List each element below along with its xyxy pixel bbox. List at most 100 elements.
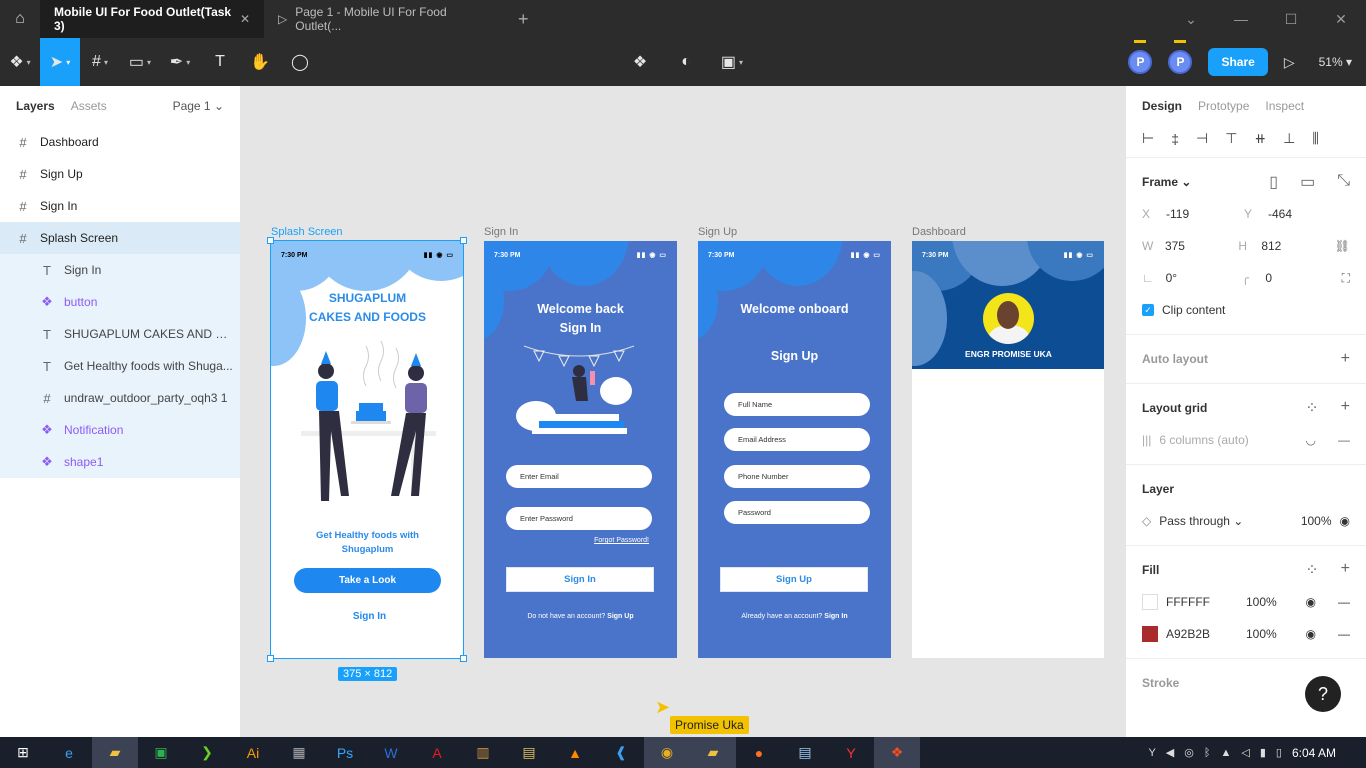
frame-label-signin[interactable]: Sign In xyxy=(484,226,518,238)
close-window-icon[interactable]: ✕ xyxy=(1316,11,1366,28)
eye-icon[interactable]: ◉ xyxy=(1306,627,1316,641)
x-input[interactable]: -119 xyxy=(1166,207,1236,221)
text-tool-button[interactable]: T xyxy=(200,38,240,86)
mask-button[interactable]: ◐ xyxy=(666,38,706,86)
vscode-icon[interactable]: ❰ xyxy=(598,737,644,768)
forgot-password-link[interactable]: Forgot Password! xyxy=(594,537,649,544)
layer-child[interactable]: T SHUGAPLUM CAKES AND FO... xyxy=(0,318,240,350)
shape-tool-button[interactable]: ▭ ▾ xyxy=(120,38,160,86)
sign-in-button[interactable]: Sign In xyxy=(506,567,654,592)
constrain-icon[interactable]: ⛓ xyxy=(1335,239,1350,253)
resize-handle[interactable] xyxy=(267,655,274,662)
tab-assets[interactable]: Assets xyxy=(71,99,107,113)
h-input[interactable]: 812 xyxy=(1261,239,1326,253)
share-button[interactable]: Share xyxy=(1208,48,1268,76)
volume-icon[interactable]: ◁ xyxy=(1241,746,1249,759)
speaker-muted-icon[interactable]: ◀ xyxy=(1166,746,1174,759)
align-top-icon[interactable]: ⊤ xyxy=(1225,130,1237,147)
portrait-icon[interactable]: ▯ xyxy=(1269,172,1278,192)
pen-tool-button[interactable]: ✒ ▾ xyxy=(160,38,200,86)
frame-label-signup[interactable]: Sign Up xyxy=(698,226,737,238)
add-grid-icon[interactable]: + xyxy=(1341,398,1350,418)
security-icon[interactable]: ◎ xyxy=(1184,746,1194,759)
main-menu-button[interactable]: ❖ ▾ xyxy=(0,38,40,86)
eye-icon[interactable]: ◉ xyxy=(1306,595,1316,609)
excel-icon[interactable]: ▣ xyxy=(138,737,184,768)
independent-corners-icon[interactable]: ⛶ xyxy=(1342,271,1350,286)
frame-label-dashboard[interactable]: Dashboard xyxy=(912,226,966,238)
email-field[interactable]: Enter Email xyxy=(506,465,652,488)
grid-value[interactable]: 6 columns (auto) xyxy=(1159,433,1248,447)
clock[interactable]: 6:04 AM xyxy=(1292,746,1336,760)
add-tab-icon[interactable]: + xyxy=(506,9,541,30)
fill-hex[interactable]: A92B2B xyxy=(1166,627,1238,641)
phone-field[interactable]: Phone Number xyxy=(724,465,870,488)
acrobat-icon[interactable]: A xyxy=(414,737,460,768)
tab-design[interactable]: Design xyxy=(1142,99,1182,113)
page-dropdown[interactable]: Page 1 ⌄ xyxy=(173,99,224,113)
tab-prototype[interactable]: Prototype xyxy=(1198,99,1249,113)
tab-layers[interactable]: Layers xyxy=(16,99,55,113)
align-right-icon[interactable]: ⊣ xyxy=(1196,130,1208,147)
clip-content-checkbox[interactable]: ✓ xyxy=(1142,304,1154,316)
sign-in-link[interactable]: Sign In xyxy=(824,613,847,620)
move-tool-button[interactable]: ➤ ▾ xyxy=(40,38,80,86)
windows-start-icon[interactable]: ⊞ xyxy=(0,737,46,768)
file-explorer-icon[interactable]: ▰ xyxy=(92,737,138,768)
notes-app-icon[interactable]: ▤ xyxy=(506,737,552,768)
email-field[interactable]: Email Address xyxy=(724,428,870,451)
password-field[interactable]: Enter Password xyxy=(506,507,652,530)
ie-browser-icon[interactable]: e xyxy=(46,737,92,768)
columns-icon[interactable]: ||| xyxy=(1142,433,1151,447)
remove-fill-icon[interactable]: — xyxy=(1338,627,1350,641)
frame-dropdown[interactable]: Frame ⌄ xyxy=(1142,175,1191,189)
folder-icon[interactable]: ▰ xyxy=(690,737,736,768)
zoom-dropdown[interactable]: 51% ▾ xyxy=(1319,55,1352,69)
frame-sign-in[interactable]: 7:30 PM ▮▮ ◉ ▭ Welcome back Sign In Enter … xyxy=(484,241,677,658)
comment-tool-button[interactable]: ◯ xyxy=(280,38,320,86)
align-bottom-icon[interactable]: ⊥ xyxy=(1283,130,1295,147)
layer-dashboard[interactable]: # Dashboard xyxy=(0,126,240,158)
illustrator-icon[interactable]: Ai xyxy=(230,737,276,768)
chrome-icon[interactable]: ◉ xyxy=(644,737,690,768)
vlc-icon[interactable]: ▲ xyxy=(552,737,598,768)
radius-input[interactable]: 0 xyxy=(1265,271,1333,285)
layer-sign-in[interactable]: # Sign In xyxy=(0,190,240,222)
rotation-input[interactable]: 0° xyxy=(1166,271,1234,285)
grid-styles-icon[interactable]: ⁘ xyxy=(1305,398,1318,418)
photoshop-icon[interactable]: Ps xyxy=(322,737,368,768)
align-center-h-icon[interactable]: ‡ xyxy=(1171,131,1179,147)
frame-sign-up[interactable]: 7:30 PM ▮▮ ◉ ▭ Welcome onboard Sign Up Fu… xyxy=(698,241,891,658)
maximize-icon[interactable]: ☐ xyxy=(1266,11,1316,28)
layer-child[interactable]: # undraw_outdoor_party_oqh3 1 xyxy=(0,382,240,414)
boolean-button[interactable]: ▣ ▾ xyxy=(712,38,752,86)
fill-styles-icon[interactable]: ⁘ xyxy=(1305,560,1318,580)
home-icon[interactable]: ⌂ xyxy=(0,0,40,38)
yandex-icon[interactable]: Y xyxy=(828,737,874,768)
tab-file-active[interactable]: Mobile UI For Food Outlet(Task 3) ✕ xyxy=(40,0,264,38)
hide-grid-icon[interactable]: ◡ xyxy=(1306,433,1316,447)
bluetooth-icon[interactable]: ᛒ xyxy=(1204,747,1211,759)
archive-icon[interactable]: ▥ xyxy=(460,737,506,768)
arrow-app-icon[interactable]: ❯ xyxy=(184,737,230,768)
landscape-icon[interactable]: ▭ xyxy=(1300,172,1315,192)
add-auto-layout-icon[interactable]: + xyxy=(1341,350,1350,368)
tab-inspect[interactable]: Inspect xyxy=(1265,99,1304,113)
align-left-icon[interactable]: ⊢ xyxy=(1142,130,1154,147)
avatar[interactable]: P xyxy=(1128,50,1153,74)
help-button[interactable]: ? xyxy=(1305,676,1341,712)
layer-child[interactable]: ❖ shape1 xyxy=(0,446,240,478)
layer-child[interactable]: T Get Healthy foods with Shuga... xyxy=(0,350,240,382)
layer-splash-screen[interactable]: # Splash Screen xyxy=(0,222,240,254)
frame-tool-button[interactable]: # ▾ xyxy=(80,38,120,86)
distribute-icon[interactable]: ⫼ xyxy=(1312,130,1318,147)
resize-handle[interactable] xyxy=(460,655,467,662)
yandex-tray-icon[interactable]: Y xyxy=(1148,747,1155,759)
tab-file-page1[interactable]: ▷ Page 1 - Mobile UI For Food Outlet(... xyxy=(264,0,506,38)
layer-child[interactable]: ❖ button xyxy=(0,286,240,318)
canvas[interactable]: Splash Screen 7:30 PM ▮▮ ◉ ▭ SHUGAPLUM CAK… xyxy=(241,86,1125,737)
fill-opacity[interactable]: 100% xyxy=(1246,627,1296,641)
signal-icon[interactable]: ▮ xyxy=(1260,746,1266,759)
fill-opacity[interactable]: 100% xyxy=(1246,595,1296,609)
notepad-icon[interactable]: ▤ xyxy=(782,737,828,768)
